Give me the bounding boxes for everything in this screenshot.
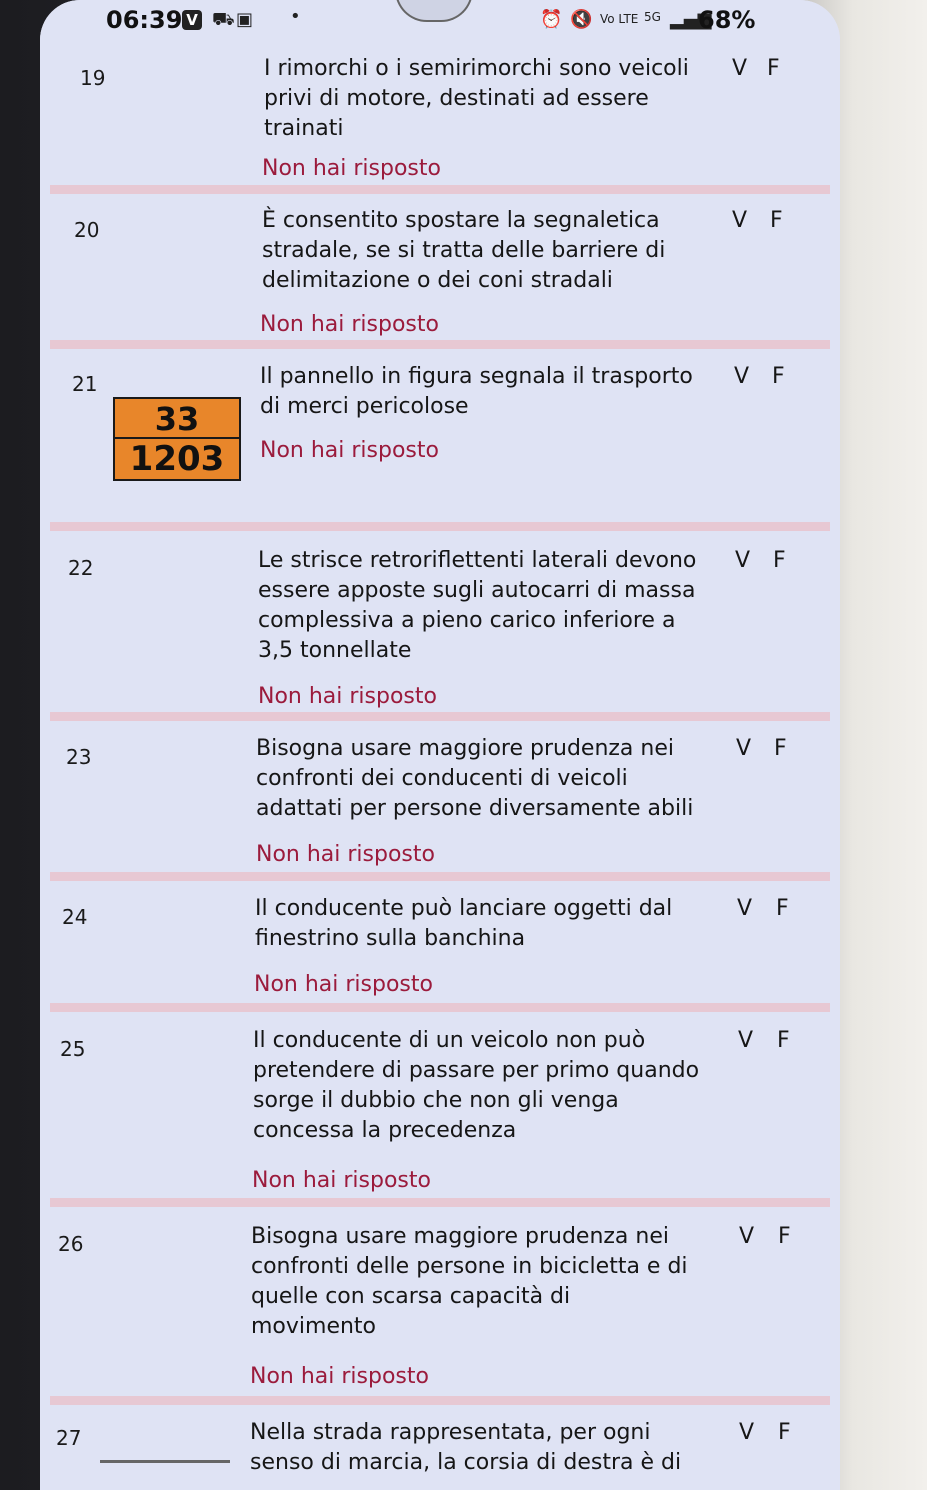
answer-status: Non hai risposto: [250, 1364, 429, 1389]
answer-status: Non hai risposto: [260, 312, 439, 337]
question-number: 20: [74, 218, 100, 242]
question-text: Nella strada rappresentata, per ogni sen…: [250, 1420, 682, 1475]
clock: 06:39: [106, 6, 183, 34]
notification-v-icon: V: [182, 10, 202, 30]
question-number: 25: [60, 1037, 86, 1061]
question-number: 22: [68, 556, 94, 580]
question-text: Il pannello in figura segnala il traspor…: [260, 364, 693, 419]
answer-status: Non hai risposto: [262, 156, 441, 181]
dot-icon: •: [290, 6, 301, 27]
question-text: Le strisce retroriflettenti laterali dev…: [258, 548, 697, 663]
question-number: 19: [80, 66, 106, 90]
alarm-icon: ⏰: [540, 9, 563, 30]
false-button[interactable]: F: [778, 1224, 791, 1249]
question-text: Bisogna usare maggiore prudenza nei conf…: [251, 1224, 688, 1339]
false-button[interactable]: F: [777, 1028, 790, 1053]
question-divider: [50, 185, 830, 194]
answer-status: Non hai risposto: [258, 684, 437, 709]
question-divider: [50, 340, 830, 349]
question-divider: [50, 1003, 830, 1012]
answer-status: Non hai risposto: [256, 842, 435, 867]
phone-screen: 06:39 V ⛟ ▣ • ⏰ 🔇 Vo LTE 5G ▂▄▆ 68% 19 I…: [40, 0, 840, 1490]
question-divider: [50, 872, 830, 881]
true-button[interactable]: V: [732, 208, 747, 233]
true-button[interactable]: V: [738, 1028, 753, 1053]
answer-status: Non hai risposto: [260, 438, 439, 463]
question-number: 24: [62, 905, 88, 929]
question-text: Il conducente può lanciare oggetti dal f…: [255, 896, 673, 951]
question-divider: [50, 712, 830, 721]
question-text: Il conducente di un veicolo non può pret…: [253, 1028, 700, 1143]
road-image-edge: [100, 1460, 230, 1463]
question-divider: [50, 1396, 830, 1405]
mute-icon: 🔇: [570, 9, 593, 30]
true-button[interactable]: V: [736, 736, 751, 761]
false-button[interactable]: F: [778, 1420, 791, 1445]
true-button[interactable]: V: [737, 896, 752, 921]
un-number: 1203: [129, 439, 225, 479]
false-button[interactable]: F: [773, 548, 786, 573]
true-button[interactable]: V: [739, 1420, 754, 1445]
true-button[interactable]: V: [734, 364, 749, 389]
hazard-plate-image: 33 1203: [113, 397, 241, 481]
question-number: 23: [66, 745, 92, 769]
false-button[interactable]: F: [772, 364, 785, 389]
battery-level: 68%: [698, 6, 756, 34]
question-divider: [50, 1198, 830, 1207]
answer-status: Non hai risposto: [252, 1168, 431, 1193]
true-button[interactable]: V: [732, 56, 747, 81]
question-number: 27: [56, 1426, 82, 1450]
question-divider: [50, 522, 830, 531]
false-button[interactable]: F: [770, 208, 783, 233]
photo-notification-icon: ▣: [236, 9, 254, 30]
status-bar: 06:39 V ⛟ ▣ • ⏰ 🔇 Vo LTE 5G ▂▄▆ 68%: [40, 0, 840, 40]
false-button[interactable]: F: [776, 896, 789, 921]
phone-photo: 06:39 V ⛟ ▣ • ⏰ 🔇 Vo LTE 5G ▂▄▆ 68% 19 I…: [0, 0, 927, 1490]
hazard-code: 33: [154, 400, 200, 438]
true-button[interactable]: V: [735, 548, 750, 573]
answer-status: Non hai risposto: [254, 972, 433, 997]
false-button[interactable]: F: [774, 736, 787, 761]
camera-notch: [395, 0, 473, 22]
app-notification-icon: ⛟: [212, 9, 235, 30]
false-button[interactable]: F: [767, 56, 780, 81]
question-number: 26: [58, 1232, 84, 1256]
question-text: Bisogna usare maggiore prudenza nei conf…: [256, 736, 694, 821]
question-text: I rimorchi o i semirimorchi sono veicoli…: [264, 56, 689, 141]
5g-icon: 5G: [644, 10, 661, 24]
question-number: 21: [72, 372, 98, 396]
volte-icon: Vo LTE: [600, 12, 639, 26]
true-button[interactable]: V: [739, 1224, 754, 1249]
question-text: È consentito spostare la segnaletica str…: [262, 208, 666, 293]
